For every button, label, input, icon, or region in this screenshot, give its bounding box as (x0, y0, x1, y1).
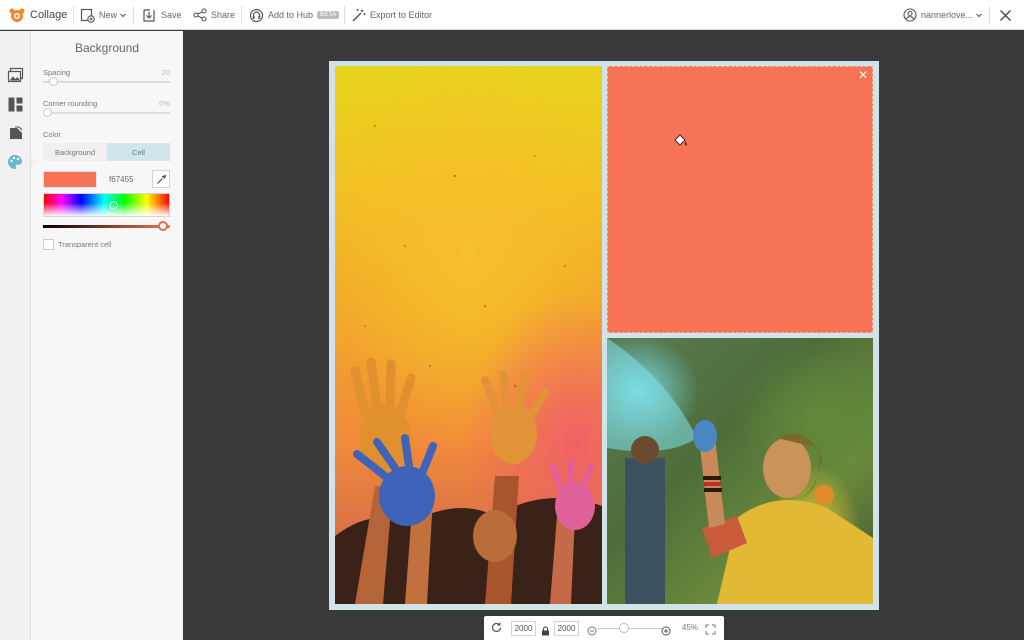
corner-rounding-value: 0% (159, 99, 170, 108)
add-to-hub-button[interactable]: Add to Hub BETA (249, 0, 340, 30)
hex-input[interactable]: f67455 (109, 175, 133, 184)
remove-cell-close-icon[interactable]: ✕ (857, 69, 869, 81)
zoom-in-icon (661, 626, 671, 636)
photos-icon (7, 67, 23, 82)
new-document-icon (80, 8, 95, 23)
tool-rail (0, 31, 31, 640)
transparent-cell-label: Transparent cell (58, 240, 112, 249)
corner-rounding-label: Corner rounding (43, 99, 98, 108)
new-label: New (99, 10, 118, 20)
holi-woman-photo (607, 338, 873, 604)
export-label: Export to Editor (370, 10, 433, 20)
lightness-slider[interactable] (43, 225, 170, 228)
layouts-icon (8, 97, 22, 111)
height-input[interactable]: 2000 (554, 621, 579, 636)
export-to-editor-button[interactable]: Export to Editor (351, 0, 432, 30)
share-button[interactable]: Share (193, 0, 235, 30)
photo-cell-left[interactable] (335, 66, 602, 604)
paint-bucket-cursor-icon (674, 134, 687, 146)
zoom-in-button[interactable] (661, 623, 671, 640)
divider (73, 6, 74, 24)
magic-wand-icon (352, 8, 366, 22)
divider (133, 6, 134, 24)
collage-logo-icon (9, 8, 25, 22)
lock-icon (542, 626, 549, 636)
save-button[interactable]: Save (142, 0, 182, 30)
share-label: Share (211, 10, 236, 20)
tab-cell[interactable]: Cell (107, 143, 170, 161)
beta-badge: BETA (317, 11, 340, 19)
corner-rounding-slider-handle[interactable] (43, 108, 52, 117)
rail-layouts-button[interactable] (6, 95, 24, 113)
fullscreen-icon (705, 624, 716, 635)
hub-icon (249, 8, 264, 22)
new-button[interactable]: New (80, 0, 127, 30)
share-icon (193, 8, 207, 22)
close-icon (1000, 9, 1011, 21)
background-panel: Background Spacing 20 Corner rounding 0%… (31, 31, 183, 640)
color-cell-selected[interactable] (607, 66, 873, 333)
spacing-value: 20 (161, 68, 170, 77)
spacing-slider[interactable] (43, 81, 170, 83)
rail-photos-button[interactable] (6, 66, 24, 84)
spacing-slider-handle[interactable] (49, 77, 59, 86)
chevron-down-icon (120, 13, 126, 18)
lightness-slider-handle[interactable] (158, 221, 168, 231)
fit-to-screen-button[interactable] (705, 622, 716, 640)
color-spectrum[interactable] (43, 193, 170, 217)
width-input[interactable]: 2000 (511, 621, 536, 636)
canvas-size-toolbar: 2000 2000 45% (484, 616, 724, 640)
divider (241, 6, 242, 24)
rotate-icon (491, 622, 502, 633)
zoom-slider[interactable] (597, 628, 663, 629)
panel-title: Background (74, 41, 140, 55)
holi-hands-photo (335, 125, 602, 604)
color-swatch[interactable] (43, 171, 97, 188)
save-label: Save (161, 10, 182, 20)
user-icon (903, 8, 917, 22)
eyedropper-icon (156, 174, 166, 184)
photo-cell-bottom[interactable] (607, 338, 873, 604)
eyedropper-button[interactable] (152, 170, 170, 188)
close-app-button[interactable] (999, 0, 1012, 30)
rail-stickers-button[interactable] (6, 124, 24, 142)
stickers-icon (9, 126, 22, 139)
tab-background[interactable]: Background (43, 143, 107, 161)
transparent-cell-checkbox[interactable] (43, 239, 54, 250)
user-name: nannerlove... (921, 10, 974, 20)
app-logo[interactable]: Collage (8, 0, 67, 30)
spacing-label: Spacing (43, 68, 71, 77)
rail-background-button[interactable] (6, 153, 24, 171)
user-menu[interactable]: nannerlove... (903, 0, 983, 30)
save-icon (143, 8, 155, 22)
zoom-out-icon (587, 626, 597, 636)
add-to-hub-label: Add to Hub (268, 10, 314, 20)
divider (989, 6, 990, 24)
top-toolbar: Collage New Save Share Add to Hub BETA E… (0, 0, 1024, 30)
color-label: Color (43, 130, 61, 139)
background-palette-icon (8, 155, 22, 169)
chevron-down-icon (976, 13, 982, 18)
panel-pointer (31, 156, 37, 168)
rotate-button[interactable] (490, 621, 503, 639)
app-name: Collage (30, 9, 68, 21)
corner-rounding-slider[interactable] (43, 112, 170, 114)
zoom-level: 45% (682, 623, 699, 632)
aspect-lock-button[interactable] (541, 623, 550, 640)
zoom-out-button[interactable] (587, 623, 597, 640)
zoom-slider-handle[interactable] (619, 623, 629, 633)
spectrum-picker-handle[interactable] (109, 201, 118, 210)
divider (344, 6, 345, 24)
